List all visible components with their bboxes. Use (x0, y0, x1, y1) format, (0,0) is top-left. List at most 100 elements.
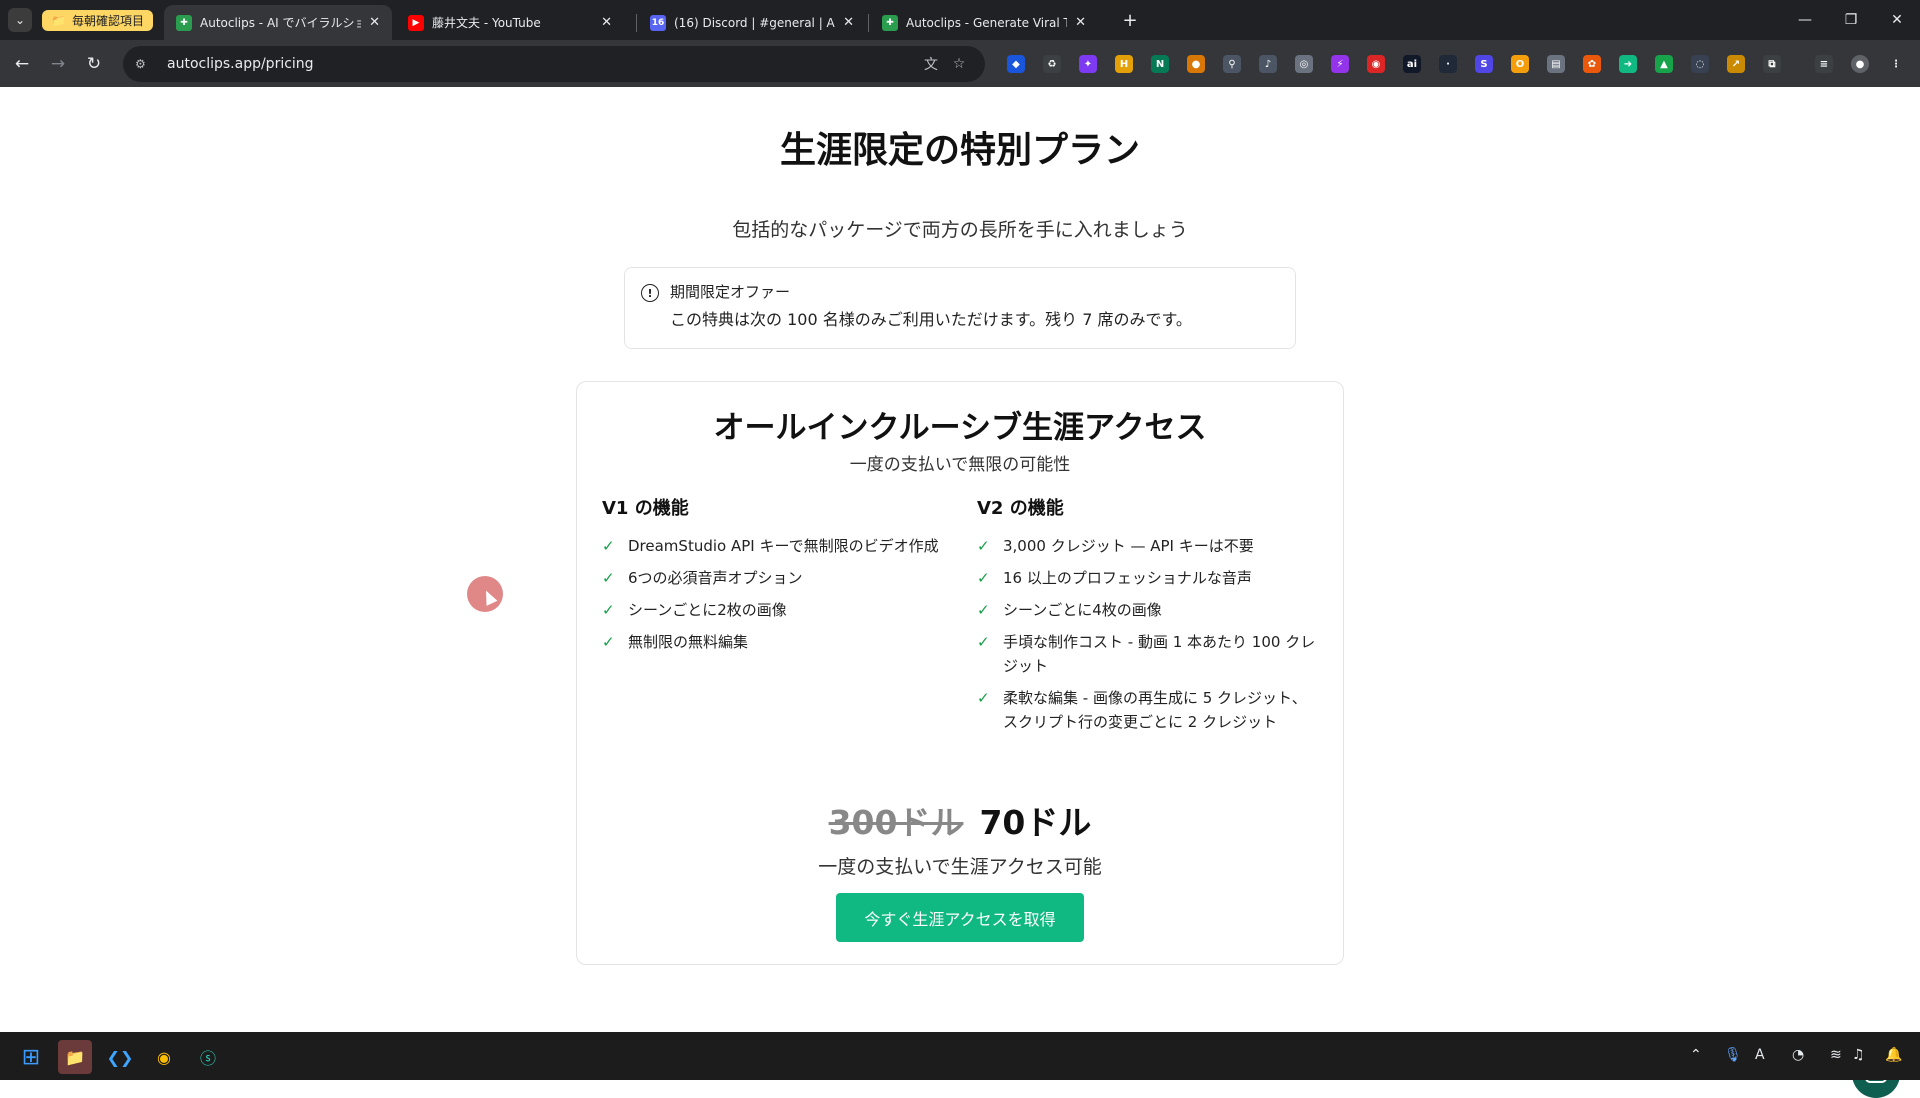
v1-features: V1 の機能 ✓ DreamStudio API キーで無制限のビデオ作成 ✓ 6つ… (602, 494, 942, 662)
plan-title: オールインクルーシブ生涯アクセス (713, 410, 1207, 446)
autoclips-favicon-icon: ✚ (176, 14, 192, 31)
get-lifetime-access-button[interactable]: 今すぐ生涯アクセスを取得 (836, 893, 1084, 942)
tray-chevron-up-icon[interactable]: ⌃ (1690, 1047, 1702, 1063)
volume-icon[interactable]: ♫ (1852, 1047, 1865, 1063)
feature-item: ✓ 柔軟な編集 - 画像の再生成に 5 クレジット、スクリプト行の変更ごとに 2 … (977, 686, 1317, 734)
tab-group-label[interactable]: 📁 毎朝確認項目 (42, 10, 153, 31)
check-icon: ✓ (602, 569, 615, 587)
close-tab-icon[interactable]: ✕ (369, 15, 380, 30)
notice-body: この特典は次の 100 名様のみご利用いただけます。残り 7 席のみです。 (670, 310, 1192, 329)
forward-arrow-icon[interactable]: → (44, 50, 72, 78)
extension-ghost-icon[interactable]: ◌ (1691, 55, 1709, 73)
minimize-icon[interactable]: — (1782, 0, 1828, 40)
tab-autoclips-active[interactable]: ✚ Autoclips - AI でバイラルショート動 ✕ (164, 5, 392, 40)
check-icon: ✓ (602, 537, 615, 555)
extension-chrome-icon[interactable]: ● (1187, 55, 1205, 73)
extension-amazon-icon[interactable]: ↗ (1727, 55, 1745, 73)
tab-strip: ⌄ 📁 毎朝確認項目 ✚ Autoclips - AI でバイラルショート動 ✕… (0, 0, 1920, 40)
feature-text: 無制限の無料編集 (628, 633, 749, 651)
extension-doc-icon[interactable]: ▤ (1547, 55, 1565, 73)
feature-text: 6つの必須音声オプション (628, 569, 803, 587)
site-info-icon[interactable]: ⚙ (135, 57, 153, 71)
tab-title: Autoclips - AI でバイラルショート動 (200, 16, 362, 30)
back-arrow-icon[interactable]: ← (8, 50, 36, 78)
vscode-icon[interactable]: ❮❯ (103, 1040, 137, 1074)
tab-search-chevron-icon[interactable]: ⌄ (8, 8, 32, 32)
sale-price: 70ドル (979, 803, 1092, 842)
microphone-icon[interactable]: 🎙 (1724, 1047, 1742, 1063)
extension-color-icon[interactable]: ✦ (1079, 55, 1097, 73)
feature-item: ✓ 16 以上のプロフェッショナルな音声 (977, 566, 1317, 590)
file-explorer-icon[interactable]: 📁 (58, 1040, 92, 1074)
extension-s-icon[interactable]: S (1475, 55, 1493, 73)
new-tab-plus-icon[interactable]: + (1118, 8, 1142, 32)
extension-n-icon[interactable]: N (1151, 55, 1169, 73)
extension-ai-icon[interactable]: ai (1403, 55, 1421, 73)
translate-icon[interactable]: 文 (917, 54, 945, 74)
windows-taskbar: ⊞ 📁 ❮❯ ◉ ⓢ ⌃ 🎙 A ◔ ≋ ♫ 🔔 (0, 1032, 1920, 1080)
tab-title: 藤井文夫 - YouTube (432, 16, 541, 30)
feature-text: 柔軟な編集 - 画像の再生成に 5 クレジット、スクリプト行の変更ごとに 2 ク… (1003, 689, 1307, 731)
ime-a-icon[interactable]: A (1755, 1047, 1765, 1063)
extension-badge-icon[interactable]: ▲ (1655, 55, 1673, 73)
chrome-taskbar-icon[interactable]: ◉ (147, 1040, 181, 1074)
tab-youtube[interactable]: ▶ 藤井文夫 - YouTube ✕ (396, 5, 624, 40)
close-tab-icon[interactable]: ✕ (843, 15, 854, 30)
feature-item: ✓ シーンごとに2枚の画像 (602, 598, 942, 622)
youtube-favicon-icon: ▶ (408, 14, 424, 31)
address-bar[interactable]: ⚙ autoclips.app/pricing 文 ☆ (123, 46, 985, 82)
extension-record-icon[interactable]: ◉ (1367, 55, 1385, 73)
extension-gear-icon[interactable]: ✿ (1583, 55, 1601, 73)
url-text[interactable]: autoclips.app/pricing (167, 56, 917, 72)
extension-recycle-icon[interactable]: ♻ (1043, 55, 1061, 73)
check-icon: ✓ (977, 689, 990, 707)
close-window-icon[interactable]: ✕ (1874, 0, 1920, 40)
plan-subtitle: 一度の支払いで無限の可能性 (849, 455, 1071, 475)
windows-start-icon[interactable]: ⊞ (14, 1040, 48, 1074)
price-note: 一度の支払いで生涯アクセス可能 (818, 856, 1102, 878)
clock-status-icon[interactable]: ◔ (1792, 1047, 1804, 1063)
extension-o-icon[interactable]: O (1511, 55, 1529, 73)
menu-kebab-icon[interactable]: ⋮ (1887, 55, 1905, 73)
tab-divider (636, 14, 637, 32)
folder-icon: 📁 (51, 13, 66, 28)
tab-autoclips-2[interactable]: ✚ Autoclips - Generate Viral TikTo ✕ (870, 5, 1098, 40)
feature-text: シーンごとに2枚の画像 (628, 601, 787, 619)
extension-arrow-icon[interactable]: ➜ (1619, 55, 1637, 73)
alert-circle-icon: ! (641, 284, 659, 302)
tab-divider (868, 14, 869, 32)
extension-dot-icon[interactable]: · (1439, 55, 1457, 73)
notification-bell-icon[interactable]: 🔔 (1885, 1047, 1902, 1063)
tab-title: (16) Discord | #general | Autocli (674, 15, 835, 30)
reading-list-icon[interactable]: ≡ (1815, 55, 1833, 73)
check-icon: ✓ (977, 633, 990, 651)
extension-shield-icon[interactable]: ◆ (1007, 55, 1025, 73)
profile-avatar-icon[interactable]: ● (1851, 55, 1869, 73)
browser-toolbar: ← → ↻ ⚙ autoclips.app/pricing 文 ☆ ◆ ♻ ✦ … (0, 40, 1920, 87)
close-tab-icon[interactable]: ✕ (1075, 15, 1086, 30)
extension-openai-icon[interactable]: ◎ (1295, 55, 1313, 73)
notice-title: 期間限定オファー (670, 283, 791, 301)
restore-icon[interactable]: ❐ (1828, 0, 1874, 40)
extensions-puzzle-icon[interactable]: ⧉ (1763, 55, 1781, 73)
extension-search-icon[interactable]: ⚲ (1223, 55, 1241, 73)
close-tab-icon[interactable]: ✕ (601, 15, 612, 30)
pricing-page: 生涯限定の特別プラン 包括的なパッケージで両方の長所を手に入れましょう ! 期間… (0, 87, 1920, 1098)
page-subtitle: 包括的なパッケージで両方の長所を手に入れましょう (732, 219, 1188, 241)
reload-icon[interactable]: ↻ (80, 50, 108, 78)
feature-text: 16 以上のプロフェッショナルな音声 (1003, 569, 1252, 587)
app-s-icon[interactable]: ⓢ (191, 1040, 225, 1074)
extension-h-icon[interactable]: H (1115, 55, 1133, 73)
feature-item: ✓ シーンごとに4枚の画像 (977, 598, 1317, 622)
tab-group-name: 毎朝確認項目 (71, 14, 144, 28)
tab-discord[interactable]: 16 (16) Discord | #general | Autocli ✕ (638, 5, 866, 40)
bookmark-star-icon[interactable]: ☆ (945, 56, 973, 72)
feature-text: シーンごとに4枚の画像 (1003, 601, 1162, 619)
wifi-icon[interactable]: ≋ (1830, 1047, 1842, 1063)
v2-features: V2 の機能 ✓ 3,000 クレジット — API キーは不要 ✓ 16 以上のプ… (977, 494, 1317, 742)
feature-item: ✓ DreamStudio API キーで無制限のビデオ作成 (602, 534, 942, 558)
feature-item: ✓ 無制限の無料編集 (602, 630, 942, 654)
extension-mic-icon[interactable]: ♪ (1259, 55, 1277, 73)
lifetime-plan-card: オールインクルーシブ生涯アクセス 一度の支払いで無限の可能性 V1 の機能 ✓ D… (576, 381, 1344, 965)
extension-bolt-icon[interactable]: ⚡ (1331, 55, 1349, 73)
